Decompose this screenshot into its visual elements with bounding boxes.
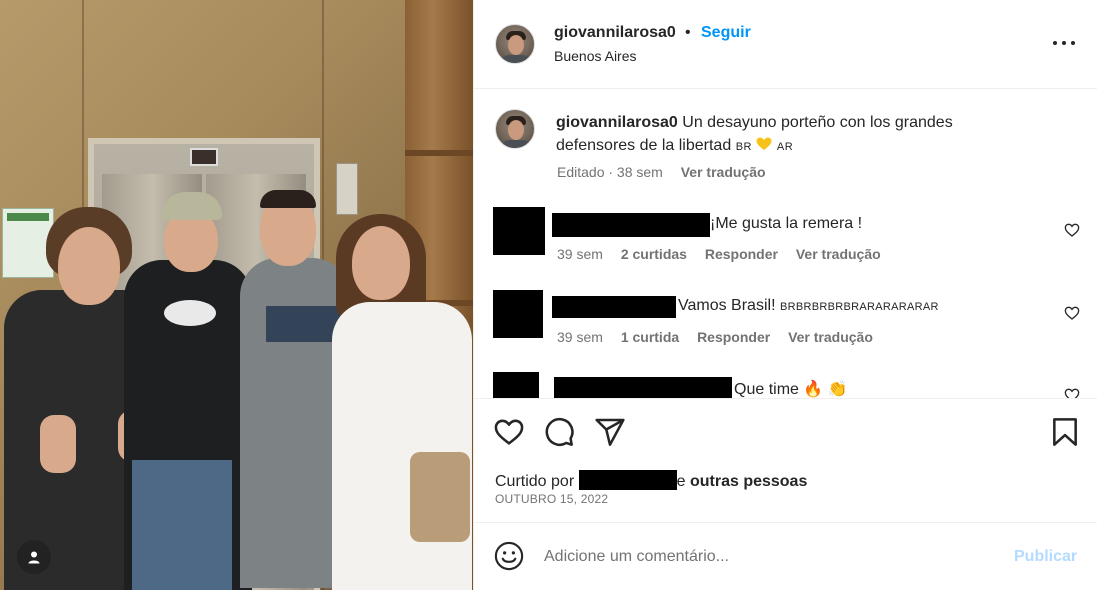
comment-emoji: 🔥 👏 (803, 381, 848, 398)
comments-list[interactable]: giovannilarosa0 Un desayuno porteño con … (474, 89, 1097, 399)
yellow-heart-icon (756, 137, 772, 150)
comment-text: Que time 🔥 👏 (734, 379, 848, 398)
jeans (132, 460, 232, 590)
post-date[interactable]: OUTUBRO 15, 2022 (495, 492, 608, 506)
separator-dot: • (685, 24, 691, 41)
redacted-avatar (493, 290, 543, 338)
thumbs-up (40, 415, 76, 473)
comment-meta: 39 sem 1 curtida Responder Ver tradução (557, 329, 873, 345)
edited-label: Editado · 38 sem (557, 164, 663, 180)
redacted-username (552, 213, 710, 237)
reply-button[interactable]: Responder (697, 329, 770, 345)
post-header: giovannilarosa0 • Seguir Buenos Aires (474, 0, 1097, 89)
cap (162, 192, 222, 220)
comment-text: ¡Me gusta la remera ! (710, 215, 863, 232)
post-author-username[interactable]: giovannilarosa0 (554, 24, 676, 42)
follow-button[interactable]: Seguir (701, 24, 751, 42)
heart-icon[interactable] (1064, 222, 1080, 238)
bookmark-icon[interactable] (1049, 416, 1081, 448)
comment-flags: BRBRBRBRBRARARARARAR (779, 301, 939, 313)
user-icon (28, 551, 40, 564)
redacted-avatar (493, 207, 545, 255)
post-details-panel: giovannilarosa0 • Seguir Buenos Aires gi… (473, 0, 1097, 590)
liked-by: Curtido por e outras pessoas (495, 470, 807, 491)
liked-by-conjunction: e (676, 473, 686, 490)
elevator-indicator (190, 148, 218, 166)
redacted-username (552, 296, 676, 318)
post-location[interactable]: Buenos Aires (554, 48, 637, 64)
comment-age: 39 sem (557, 246, 603, 262)
more-icon[interactable] (1051, 33, 1077, 53)
add-comment-bar: Publicar (474, 523, 1097, 590)
comment-text: Vamos Brasil! BRBRBRBRBRARARARARAR (678, 297, 939, 315)
flag-br: BR (735, 141, 752, 153)
comment-input[interactable] (544, 545, 1004, 569)
comment-text-main: Vamos Brasil! (678, 297, 776, 314)
publish-button[interactable]: Publicar (1014, 548, 1077, 566)
post-actions: Curtido por e outras pessoas OUTUBRO 15,… (474, 399, 1097, 523)
comment-text-main: Que time (734, 381, 799, 398)
redacted-avatar (493, 372, 539, 398)
caption-username[interactable]: giovannilarosa0 (556, 114, 678, 131)
shirt-print (164, 300, 216, 326)
reply-button[interactable]: Responder (705, 246, 778, 262)
tagged-users-button[interactable] (17, 540, 51, 574)
translate-link[interactable]: Ver tradução (681, 164, 766, 180)
comment-icon[interactable] (543, 416, 575, 448)
comment-likes[interactable]: 1 curtida (621, 329, 679, 345)
comment-meta: 39 sem 2 curtidas Responder Ver tradução (557, 246, 881, 262)
comment-likes[interactable]: 2 curtidas (621, 246, 687, 262)
avatar[interactable] (495, 24, 535, 64)
comment-age: 39 sem (557, 329, 603, 345)
avatar[interactable] (495, 109, 535, 149)
liked-by-others[interactable]: outras pessoas (690, 473, 807, 490)
handbag (410, 452, 470, 542)
like-heart-icon[interactable] (493, 416, 525, 448)
liked-by-prefix: Curtido por (495, 473, 575, 490)
caption: giovannilarosa0 Un desayuno porteño con … (556, 111, 1026, 159)
redacted-username (554, 377, 732, 398)
post-photo[interactable] (0, 0, 473, 590)
heart-icon[interactable] (1064, 387, 1080, 399)
heart-icon[interactable] (1064, 305, 1080, 321)
redacted-username (578, 470, 677, 490)
translate-link[interactable]: Ver tradução (796, 246, 881, 262)
translate-link[interactable]: Ver tradução (788, 329, 873, 345)
flag-ar: AR (776, 141, 794, 153)
elevator-call-panel (336, 163, 358, 215)
share-send-icon[interactable] (594, 416, 626, 448)
caption-meta: Editado · 38 sem Ver tradução (557, 164, 766, 180)
emoji-icon[interactable] (494, 541, 524, 571)
